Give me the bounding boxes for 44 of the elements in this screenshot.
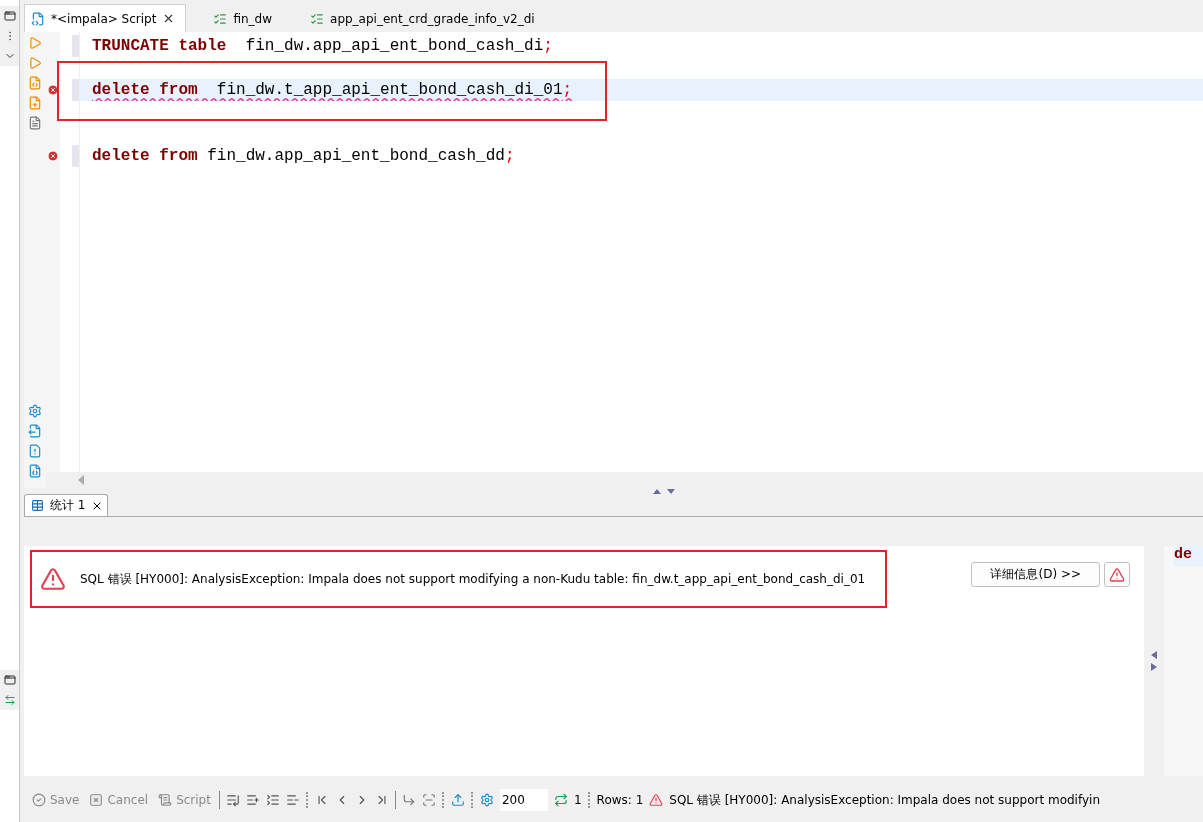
document-icon[interactable] [28, 116, 42, 130]
refresh-count: 1 [573, 793, 582, 807]
script-plus-icon[interactable] [28, 96, 42, 110]
scroll-left-icon[interactable] [78, 475, 84, 485]
window-icon[interactable] [3, 674, 16, 686]
table-check-icon [213, 11, 228, 26]
scan-icon[interactable] [421, 793, 436, 807]
editor-tab[interactable]: app_api_ent_crd_grade_info_v2_di [303, 4, 546, 32]
table-icon [31, 499, 44, 512]
delete-row-icon[interactable] [285, 793, 300, 807]
cancel-icon [89, 793, 104, 807]
details-button[interactable]: 详细信息(D) >> [971, 562, 1100, 587]
play-icon[interactable] [28, 36, 42, 50]
status-message: SQL 错误 [HY000]: AnalysisException: Impala does not support modifyin [669, 791, 1100, 809]
warning-icon [649, 793, 664, 807]
refresh-icon[interactable] [553, 793, 568, 807]
result-tab[interactable]: 统计 1 [24, 494, 109, 516]
warning-icon [40, 566, 66, 592]
settings-icon[interactable] [28, 404, 42, 418]
file-warning-icon[interactable] [28, 444, 42, 458]
warning-button[interactable] [1104, 562, 1130, 587]
save-icon [32, 793, 46, 807]
add-row-icon[interactable] [245, 793, 260, 807]
script-icon [158, 793, 173, 807]
window-icon[interactable] [3, 10, 16, 22]
split-arrows-icon[interactable] [652, 488, 675, 494]
script-icon[interactable] [31, 11, 45, 26]
editor-tab[interactable]: *<impala> Script [24, 4, 187, 32]
upload-icon[interactable] [450, 793, 465, 807]
fetch-size-field[interactable]: 200 [499, 789, 548, 811]
edit-list-icon[interactable] [225, 793, 240, 807]
variables-file-icon[interactable] [28, 464, 42, 478]
script-run-icon[interactable] [28, 76, 42, 90]
editor-tab[interactable]: fin_dw [206, 4, 284, 32]
collapse-arrows-icon[interactable] [1151, 649, 1157, 673]
settings-icon[interactable] [479, 793, 494, 807]
error-message: SQL 错误 [HY000]: AnalysisException: Impala does not support modifying a non-Kudu table: fin_dw.t_app_api_ent_bond_cash_di_01 [80, 570, 866, 588]
export-file-icon[interactable] [28, 424, 42, 438]
copy-row-icon[interactable] [265, 793, 280, 807]
swap-arrows-icon[interactable] [3, 694, 16, 706]
row-count: Rows: 1 [596, 793, 644, 807]
sql-preview: de [1174, 546, 1203, 566]
table-check-icon [310, 11, 325, 26]
warning-icon [1109, 566, 1125, 583]
